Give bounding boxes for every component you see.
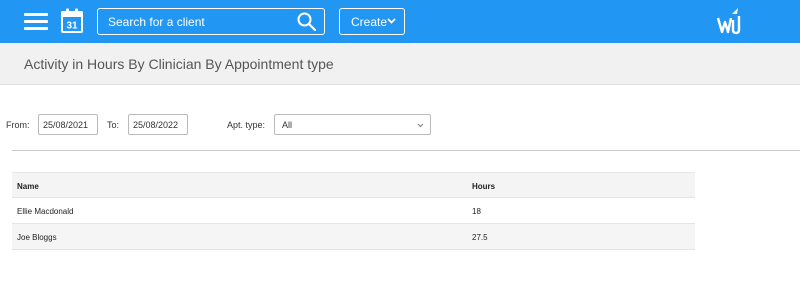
table-row: Joe Bloggs 27.5: [12, 224, 695, 250]
column-header-hours: Hours: [472, 182, 496, 191]
clinician-name: Joe Bloggs: [17, 233, 57, 242]
chevron-down-icon: [417, 123, 424, 128]
search-input[interactable]: [98, 9, 288, 34]
page-title: Activity in Hours By Clinician By Appoin…: [24, 56, 334, 72]
calendar-icon[interactable]: 31: [60, 8, 84, 34]
top-bar: 31 Create: [0, 0, 800, 43]
search-icon[interactable]: [297, 12, 316, 31]
clinician-name: Ellie Macdonald: [17, 207, 74, 216]
client-search-box: [97, 8, 325, 35]
apt-type-value: All: [282, 120, 293, 130]
create-button-label: Create: [351, 15, 388, 29]
apt-type-select[interactable]: All: [274, 114, 431, 135]
apt-type-label: Apt. type:: [227, 120, 266, 130]
clinician-hours: 18: [472, 207, 481, 216]
column-header-name: Name: [17, 182, 39, 191]
to-date-input[interactable]: [128, 114, 188, 135]
to-label: To:: [107, 120, 120, 130]
table-row: Ellie Macdonald 18: [12, 198, 695, 224]
clinician-hours: 27.5: [472, 233, 488, 242]
create-button[interactable]: Create: [339, 8, 405, 35]
activity-table: Name Hours Ellie Macdonald 18 Joe Bloggs…: [12, 172, 695, 250]
table-header-row: Name Hours: [12, 172, 695, 198]
hamburger-menu-icon[interactable]: [24, 13, 48, 31]
from-date-input[interactable]: [38, 114, 98, 135]
divider: [12, 150, 800, 151]
calendar-day-number: 31: [66, 21, 78, 32]
title-bar: Activity in Hours By Clinician By Appoin…: [0, 43, 800, 85]
from-label: From:: [6, 120, 30, 130]
chevron-down-icon: [387, 18, 396, 24]
app-logo-icon: [716, 8, 741, 35]
